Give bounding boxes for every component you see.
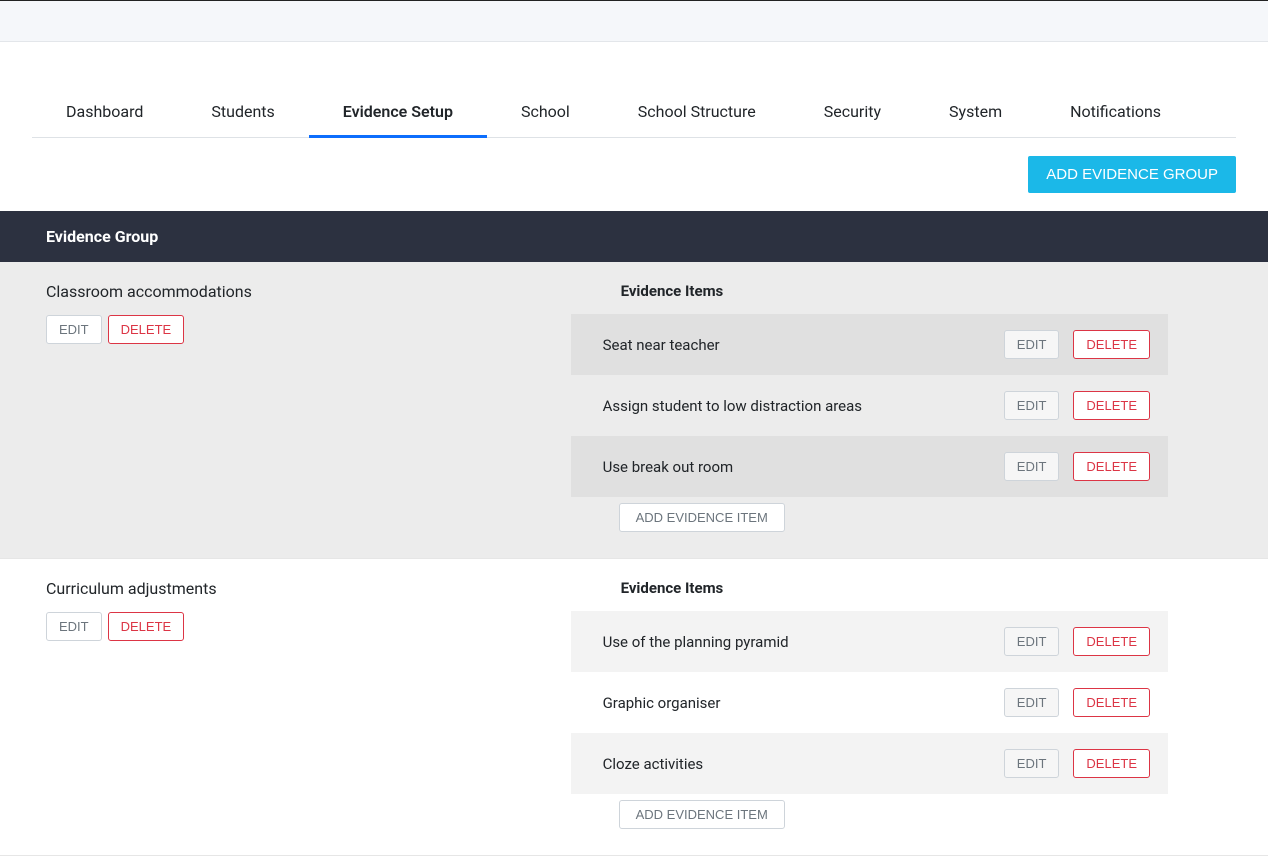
delete-item-button[interactable]: DELETE [1073, 749, 1150, 778]
evidence-item-label: Cloze activities [603, 755, 704, 773]
edit-group-button[interactable]: EDIT [46, 612, 102, 641]
tabs-nav: DashboardStudentsEvidence SetupSchoolSch… [32, 90, 1236, 138]
add-item-row: ADD EVIDENCE ITEM [571, 497, 1168, 538]
edit-item-button[interactable]: EDIT [1004, 391, 1060, 420]
toolbar: ADD EVIDENCE GROUP [32, 138, 1236, 211]
evidence-item-label: Graphic organiser [603, 694, 721, 712]
tab-students[interactable]: Students [177, 90, 308, 137]
evidence-item-actions: EDIT DELETE [1004, 452, 1150, 481]
delete-group-button[interactable]: DELETE [108, 612, 185, 641]
evidence-item-row: Use of the planning pyramid EDIT DELETE [571, 611, 1168, 672]
evidence-item-actions: EDIT DELETE [1004, 688, 1150, 717]
top-strip [0, 0, 1268, 42]
evidence-item-actions: EDIT DELETE [1004, 330, 1150, 359]
delete-group-button[interactable]: DELETE [108, 315, 185, 344]
evidence-item-label: Assign student to low distraction areas [603, 397, 862, 415]
evidence-item-row: Assign student to low distraction areas E… [571, 375, 1168, 436]
edit-item-button[interactable]: EDIT [1004, 627, 1060, 656]
add-evidence-group-button[interactable]: ADD EVIDENCE GROUP [1028, 156, 1236, 193]
evidence-group-block: Classroom accommodationsEDITDELETEEviden… [0, 262, 1268, 559]
delete-item-button[interactable]: DELETE [1073, 391, 1150, 420]
evidence-item-label: Use break out room [603, 458, 734, 476]
tab-dashboard[interactable]: Dashboard [32, 90, 177, 137]
evidence-item-row: Use break out room EDIT DELETE [571, 436, 1168, 497]
evidence-group-header: Evidence Group [0, 211, 1268, 262]
group-left: Curriculum adjustments EDITDELETE [0, 559, 571, 855]
evidence-group-block: Curriculum adjustmentsEDITDELETEEvidence… [0, 559, 1268, 856]
evidence-item-label: Seat near teacher [603, 336, 720, 354]
tab-security[interactable]: Security [790, 90, 915, 137]
tab-evidence-setup[interactable]: Evidence Setup [309, 90, 487, 138]
evidence-item-row: Seat near teacher EDIT DELETE [571, 314, 1168, 375]
evidence-item-row: Graphic organiser EDIT DELETE [571, 672, 1168, 733]
group-left: Classroom accommodations EDITDELETE [0, 262, 571, 558]
evidence-item-actions: EDIT DELETE [1004, 749, 1150, 778]
delete-item-button[interactable]: DELETE [1073, 330, 1150, 359]
group-right: Evidence Items Use of the planning pyrami… [571, 559, 1268, 855]
evidence-items-heading: Evidence Items [621, 282, 1168, 300]
edit-item-button[interactable]: EDIT [1004, 749, 1060, 778]
tab-system[interactable]: System [915, 90, 1036, 137]
add-evidence-item-button[interactable]: ADD EVIDENCE ITEM [619, 503, 785, 532]
add-evidence-item-button[interactable]: ADD EVIDENCE ITEM [619, 800, 785, 829]
add-item-row: ADD EVIDENCE ITEM [571, 794, 1168, 835]
tab-school[interactable]: School [487, 90, 604, 137]
edit-item-button[interactable]: EDIT [1004, 452, 1060, 481]
evidence-item-actions: EDIT DELETE [1004, 627, 1150, 656]
delete-item-button[interactable]: DELETE [1073, 688, 1150, 717]
edit-item-button[interactable]: EDIT [1004, 330, 1060, 359]
delete-item-button[interactable]: DELETE [1073, 452, 1150, 481]
group-right: Evidence Items Seat near teacher EDIT DELET… [571, 262, 1268, 558]
evidence-items-heading: Evidence Items [621, 579, 1168, 597]
evidence-item-label: Use of the planning pyramid [603, 633, 789, 651]
delete-item-button[interactable]: DELETE [1073, 627, 1150, 656]
edit-item-button[interactable]: EDIT [1004, 688, 1060, 717]
evidence-item-row: Cloze activities EDIT DELETE [571, 733, 1168, 794]
evidence-item-actions: EDIT DELETE [1004, 391, 1150, 420]
group-title: Curriculum adjustments [46, 579, 571, 598]
tab-school-structure[interactable]: School Structure [604, 90, 790, 137]
edit-group-button[interactable]: EDIT [46, 315, 102, 344]
group-title: Classroom accommodations [46, 282, 571, 301]
tab-notifications[interactable]: Notifications [1036, 90, 1195, 137]
